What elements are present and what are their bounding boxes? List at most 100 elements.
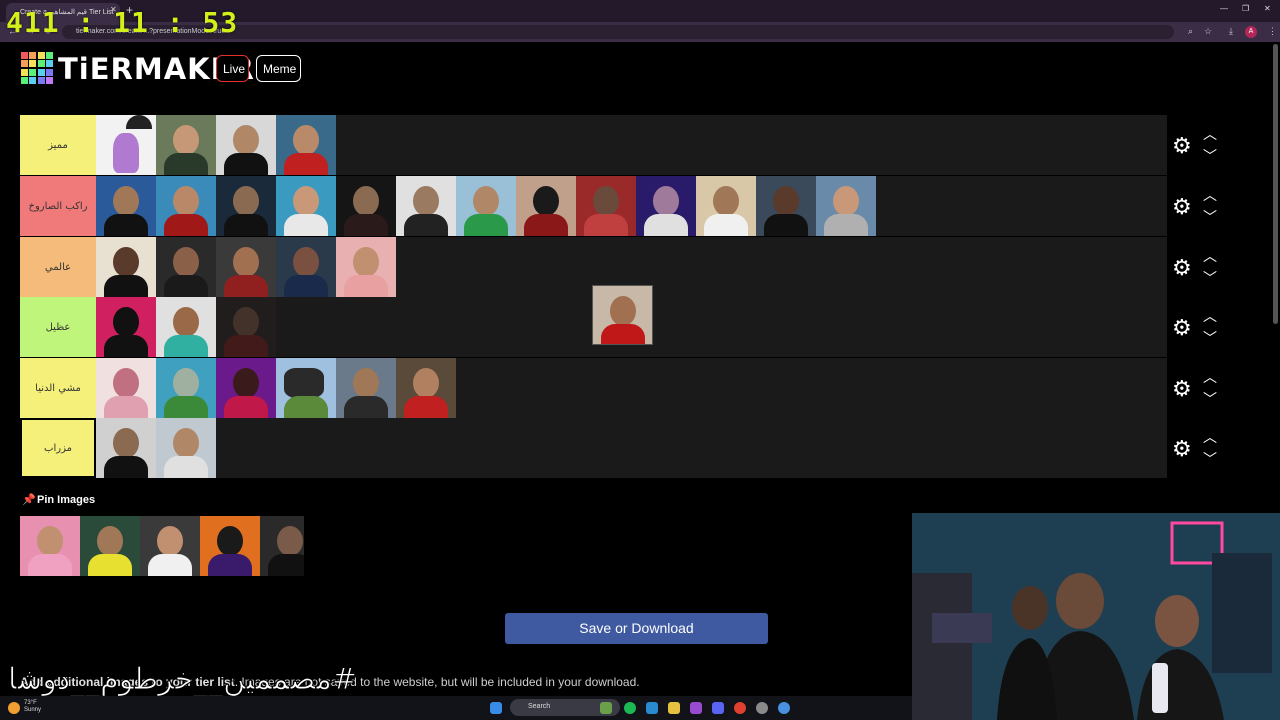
live-button[interactable]: Live	[216, 55, 249, 82]
profile-avatar[interactable]: A	[1245, 26, 1257, 38]
maximize-icon[interactable]: ❐	[1242, 4, 1249, 13]
chevron-up-icon[interactable]: ︿	[1203, 188, 1217, 202]
chevron-down-icon[interactable]: ﹀	[1203, 210, 1217, 224]
tier-row: مشي الدنيا	[20, 358, 1167, 418]
tier-image[interactable]	[96, 115, 156, 175]
chevron-down-icon[interactable]: ﹀	[1203, 392, 1217, 406]
gear-icon[interactable]: ⚙	[1172, 255, 1192, 281]
tier-image[interactable]	[696, 176, 756, 236]
screen: Create a قيم المشاهير Tier List ✕ + — ❐ …	[0, 0, 1280, 720]
tier-image[interactable]	[156, 115, 216, 175]
discord-icon[interactable]	[712, 702, 724, 714]
tier-row-controls: ⚙ ︿ ﹀	[1170, 237, 1230, 297]
chevron-up-icon[interactable]: ︿	[1203, 370, 1217, 384]
bookmark-icon[interactable]: ☆	[1204, 26, 1212, 37]
dragged-image[interactable]	[592, 285, 653, 345]
meme-button[interactable]: Meme	[256, 55, 301, 82]
chrome-icon[interactable]	[734, 702, 746, 714]
tier-image[interactable]	[636, 176, 696, 236]
tier-row-controls: ⚙ ︿ ﹀	[1170, 176, 1230, 236]
weather-widget[interactable]: 73°F Sunny	[24, 700, 41, 714]
widgets-icon[interactable]	[600, 702, 612, 714]
tier-image[interactable]	[516, 176, 576, 236]
tier-image[interactable]	[96, 358, 156, 418]
gear-icon[interactable]: ⚙	[1172, 133, 1192, 159]
tier-image[interactable]	[156, 176, 216, 236]
tier-row-controls: ⚙ ︿ ﹀	[1170, 358, 1230, 418]
tier-label[interactable]: عظيل	[20, 297, 96, 357]
menu-icon[interactable]: ⋮	[1268, 26, 1277, 37]
chevron-up-icon[interactable]: ︿	[1203, 309, 1217, 323]
tier-image[interactable]	[336, 358, 396, 418]
tier-image[interactable]	[156, 297, 216, 357]
download-icon[interactable]: ⤓	[1229, 26, 1233, 37]
tier-image[interactable]	[336, 176, 396, 236]
pinned-image[interactable]	[140, 516, 200, 576]
pin-icon: 📌	[22, 494, 36, 506]
tier-image[interactable]	[216, 115, 276, 175]
tier-image[interactable]	[96, 237, 156, 297]
edge-icon[interactable]	[646, 702, 658, 714]
tier-label[interactable]: مشي الدنيا	[20, 358, 96, 418]
pinned-image[interactable]	[260, 516, 304, 576]
spotify-icon[interactable]	[624, 702, 636, 714]
chevron-up-icon[interactable]: ︿	[1203, 430, 1217, 444]
tier-image[interactable]	[396, 358, 456, 418]
page-scrollbar[interactable]	[1273, 44, 1278, 324]
minimize-icon[interactable]: —	[1220, 4, 1228, 13]
chevron-down-icon[interactable]: ﹀	[1203, 149, 1217, 163]
file-explorer-icon[interactable]	[668, 702, 680, 714]
gear-icon[interactable]: ⚙	[1172, 194, 1192, 220]
chevron-down-icon[interactable]: ﹀	[1203, 331, 1217, 345]
save-or-download-button[interactable]: Save or Download	[505, 613, 768, 644]
chevron-up-icon[interactable]: ︿	[1203, 249, 1217, 263]
tier-image[interactable]	[156, 237, 216, 297]
tier-image[interactable]	[216, 358, 276, 418]
pinned-image[interactable]	[80, 516, 140, 576]
tier-image[interactable]	[96, 297, 156, 357]
windows-start-icon[interactable]	[490, 702, 502, 714]
weather-icon[interactable]	[8, 702, 20, 714]
tier-row-controls: ⚙ ︿ ﹀	[1170, 297, 1230, 357]
close-window-icon[interactable]: ✕	[1264, 4, 1271, 13]
tiermaker-logo-icon[interactable]	[21, 52, 53, 84]
stream-overlay-hashtag: #مصممين__خرطوم__دوشا	[8, 662, 358, 698]
weather-temp: 73°F	[24, 700, 37, 706]
tier-image[interactable]	[96, 418, 156, 478]
tier-label[interactable]: مزراب	[20, 418, 96, 478]
obs-icon[interactable]	[756, 702, 768, 714]
tier-label[interactable]: راكب الصاروخ	[20, 176, 96, 236]
tier-image[interactable]	[276, 358, 336, 418]
tier-label[interactable]: عالمي	[20, 237, 96, 297]
tier-image[interactable]	[576, 176, 636, 236]
tier-image[interactable]	[336, 237, 396, 297]
pinned-image[interactable]	[200, 516, 260, 576]
app-icon-2[interactable]	[778, 702, 790, 714]
chevron-down-icon[interactable]: ﹀	[1203, 452, 1217, 466]
tier-row-controls: ⚙ ︿ ﹀	[1170, 115, 1230, 175]
tier-image[interactable]	[276, 176, 336, 236]
tier-image[interactable]	[156, 358, 216, 418]
gear-icon[interactable]: ⚙	[1172, 436, 1192, 462]
tier-image[interactable]	[396, 176, 456, 236]
tier-image-dragging-placeholder[interactable]	[216, 297, 276, 357]
tier-image[interactable]	[276, 237, 336, 297]
tier-image[interactable]	[816, 176, 876, 236]
tier-image[interactable]	[156, 418, 216, 478]
chevron-up-icon[interactable]: ︿	[1203, 127, 1217, 141]
tier-image[interactable]	[456, 176, 516, 236]
tier-image[interactable]	[96, 176, 156, 236]
tier-row-controls: ⚙ ︿ ﹀	[1170, 418, 1230, 478]
tier-image[interactable]	[216, 176, 276, 236]
gear-icon[interactable]: ⚙	[1172, 315, 1192, 341]
chevron-down-icon[interactable]: ﹀	[1203, 271, 1217, 285]
app-icon[interactable]	[690, 702, 702, 714]
tier-label[interactable]: مميز	[20, 115, 96, 175]
zoom-icon[interactable]: ⌕	[1188, 26, 1193, 37]
gear-icon[interactable]: ⚙	[1172, 376, 1192, 402]
tier-image[interactable]	[756, 176, 816, 236]
pin-images-title: Pin Images	[37, 494, 96, 506]
tier-image[interactable]	[276, 115, 336, 175]
tier-image[interactable]	[216, 237, 276, 297]
pinned-image[interactable]	[20, 516, 80, 576]
